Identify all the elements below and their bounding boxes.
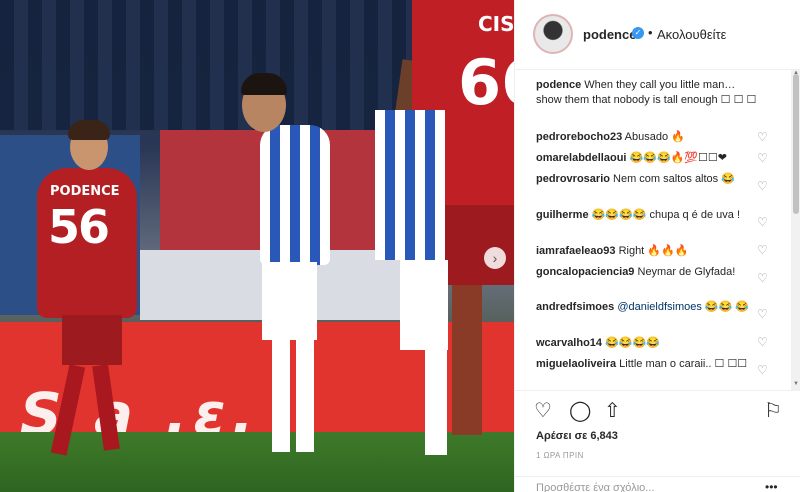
player-leg [272,340,290,452]
separator-dot: • [648,25,653,40]
list-item: omarelabdellaoui 😂😂😂🔥💯☐☐❤ [536,151,761,166]
like-comment-heart-icon[interactable]: ♡ [757,308,768,320]
list-item: pedrorebocho23 Abusado 🔥 [536,130,761,145]
comment-username[interactable]: omarelabdellaoui [536,152,626,164]
list-item: pedrovrosario Nem com saltos altos 😂 [536,172,761,187]
caption: podence When they call you little man… s… [536,78,761,108]
header-username[interactable]: podence [583,27,636,42]
comment-text: Neymar de Glyfada! [637,266,736,278]
comment-text: 😂😂 😂 [704,301,750,313]
player-leg [425,350,447,455]
comments-list[interactable]: podence When they call you little man… s… [515,70,791,390]
verified-icon: ✓ [632,27,644,39]
player-hair [241,73,287,95]
player-left-name: PODENCE [50,184,120,199]
player-left-number: 56 [48,200,110,254]
player-leg [296,340,314,452]
comment-username[interactable]: andredfsimoes [536,301,614,313]
comment-username[interactable]: wcarvalho14 [536,337,602,349]
bookmark-icon[interactable]: ⚐ [764,401,782,421]
likes-count[interactable]: Αρέσει σε 6,843 [536,430,618,442]
like-comment-heart-icon[interactable]: ♡ [757,364,768,376]
list-item: wcarvalho14 😂😂😂😂 [536,336,761,351]
scroll-down-icon[interactable]: ▼ [793,381,799,387]
comment-icon[interactable]: ◯ [569,401,591,421]
comment-username[interactable]: miguelaoliveira [536,358,616,370]
player-hair [68,120,110,140]
post-photo[interactable]: S a .ε. CISS 66 PODENCE 56 › [0,0,514,492]
post-timestamp[interactable]: 1 ΩΡΑ ΠΡΙΝ [536,451,584,460]
player-shorts [400,260,448,350]
like-comment-heart-icon[interactable]: ♡ [757,180,768,192]
comment-username[interactable]: pedrorebocho23 [536,131,622,143]
like-comment-heart-icon[interactable]: ♡ [757,272,768,284]
comment-username[interactable]: goncalopaciencia9 [536,266,634,278]
comment-mention-link[interactable]: @danieldfsimoes [617,301,702,313]
scrollbar-thumb[interactable] [793,74,799,214]
list-item: goncalopaciencia9 Neymar de Glyfada! [536,265,761,280]
player-right-name: CISS [478,12,514,36]
comment-text: 😂😂😂🔥💯☐☐❤ [629,152,727,164]
caption-username[interactable]: podence [536,79,581,91]
comment-text: Nem com saltos altos 😂 [613,173,735,185]
add-comment-input[interactable]: Προσθέστε ένα σχόλιο... [536,482,654,492]
post-side-panel: podence ✓ • Ακολουθείτε podence When the… [514,0,800,492]
scroll-up-icon[interactable]: ▲ [793,70,799,76]
like-comment-heart-icon[interactable]: ♡ [757,131,768,143]
player-shorts [62,315,122,365]
list-item: iamrafaeleao93 Right 🔥🔥🔥 [536,244,761,259]
following-button[interactable]: Ακολουθείτε [657,27,726,42]
player-leg [452,285,482,435]
list-item: andredfsimoes @danieldfsimoes 😂😂 😂 [536,300,761,315]
next-photo-button[interactable]: › [484,247,506,269]
comment-text: Abusado 🔥 [624,131,685,143]
list-item: guilherme 😂😂😂😂 chupa q é de uva ! [536,208,761,223]
post-actions: ♡ ◯ ⇧ ⚐ [515,390,800,430]
post-header: podence ✓ • Ακολουθείτε [515,0,800,70]
comment-text: Right 🔥🔥🔥 [618,245,689,257]
comment-username[interactable]: guilherme [536,209,589,221]
player-shorts [262,262,317,340]
like-comment-heart-icon[interactable]: ♡ [757,152,768,164]
avatar[interactable] [533,14,573,54]
like-comment-heart-icon[interactable]: ♡ [757,216,768,228]
comment-username[interactable]: pedrovrosario [536,173,610,185]
comment-text: 😂😂😂😂 chupa q é de uva ! [591,209,740,221]
player-shirt-striped-center [260,125,330,265]
more-options-icon[interactable]: ••• [765,480,778,492]
like-heart-icon[interactable]: ♡ [534,401,552,421]
share-icon[interactable]: ⇧ [604,401,621,421]
comment-text: 😂😂😂😂 [605,337,660,349]
player-right-number: 66 [458,46,514,119]
comment-username[interactable]: iamrafaeleao93 [536,245,616,257]
like-comment-heart-icon[interactable]: ♡ [757,244,768,256]
comment-text: Little man o caraii.. ☐ ☐☐ [619,358,748,370]
like-comment-heart-icon[interactable]: ♡ [757,336,768,348]
list-item: miguelaoliveira Little man o caraii.. ☐ … [536,357,761,372]
player-shorts [440,205,514,285]
player-shirt-striped [375,110,445,260]
